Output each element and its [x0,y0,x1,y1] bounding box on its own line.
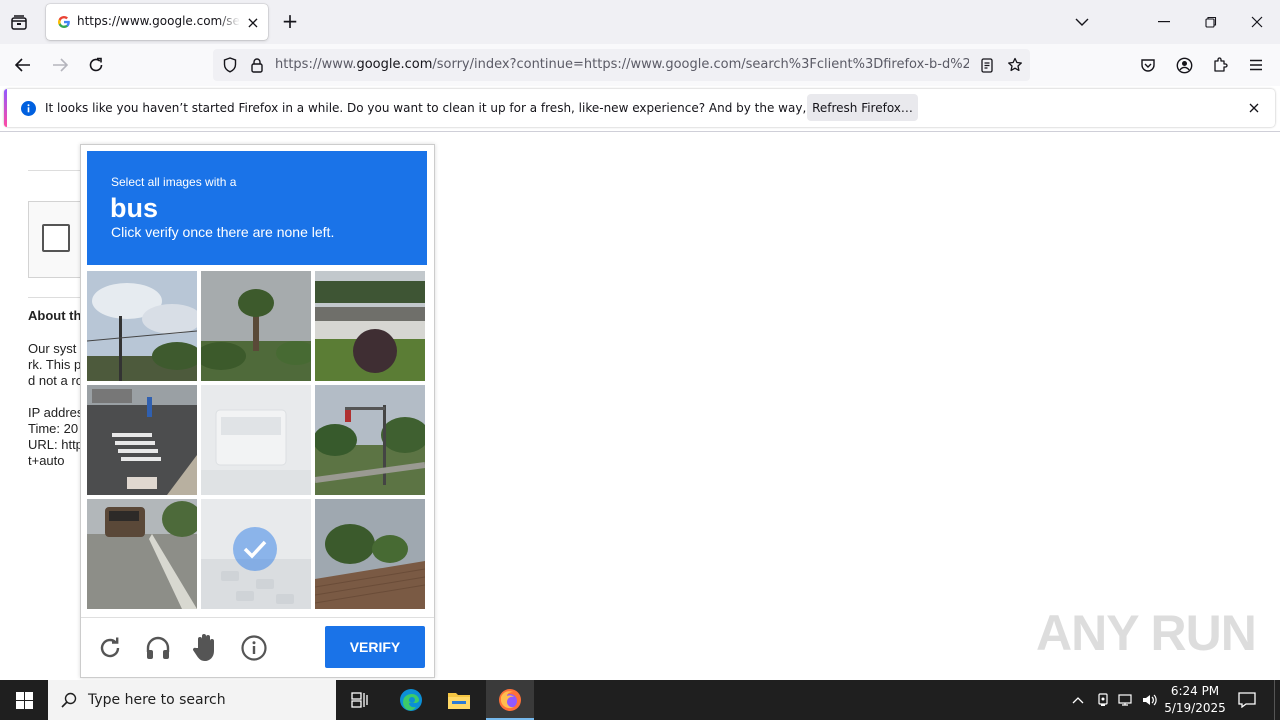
url-host: google.com [356,57,433,72]
captcha-tile-selected[interactable] [201,499,311,609]
task-view-icon[interactable] [346,688,374,712]
tracking-protection-shield-icon[interactable] [220,55,240,75]
notifications-icon[interactable] [1236,689,1258,711]
lock-icon[interactable] [247,55,267,75]
selected-check-icon [233,527,277,571]
page-text-line: Our syst [28,341,77,356]
url-bar[interactable]: https://www.google.com/sorry/index?conti… [213,49,1030,81]
captcha-tile[interactable] [87,271,197,381]
refresh-firefox-notification: It looks like you haven’t started Firefo… [4,89,1275,127]
notification-close-icon[interactable] [1245,99,1263,117]
google-favicon-icon [56,14,72,30]
audio-challenge-icon[interactable] [144,634,172,662]
extensions-icon[interactable] [1209,54,1231,76]
forward-icon[interactable] [49,54,71,76]
url-path: /sorry/index?continue=https://www.google… [432,57,969,72]
verify-button[interactable]: VERIFY [325,626,425,668]
system-clock[interactable]: 6:24 PM 5/19/2025 [1163,683,1227,717]
captcha-tile[interactable] [87,499,197,609]
captcha-tile[interactable] [201,271,311,381]
reader-view-icon[interactable] [977,55,997,75]
restore-icon[interactable] [1199,12,1223,32]
challenge-instruction: Select all images with a [111,175,237,189]
info-icon [20,100,36,116]
app-menu-icon[interactable] [1245,54,1267,76]
challenge-subtitle: Click verify once there are none left. [111,224,335,240]
clock-date: 5/19/2025 [1164,701,1226,715]
volume-icon[interactable] [1140,690,1160,710]
content-divider [0,131,1280,132]
tab-close-icon[interactable]: × [244,13,262,32]
page-separator-top [28,170,80,171]
anyrun-watermark: ANY RUN [1036,605,1257,661]
recaptcha-anchor-box [28,201,81,278]
info-help-icon[interactable] [240,634,268,662]
time-line: Time: 20 [28,421,79,436]
back-icon[interactable] [12,54,34,76]
captcha-tile[interactable] [315,385,425,495]
recaptcha-challenge: Select all images with a bus Click verif… [80,144,435,678]
page-separator-mid [28,297,80,298]
clock-time: 6:24 PM [1170,684,1220,698]
file-explorer-icon[interactable] [444,686,474,714]
search-icon [60,691,78,709]
tab-strip: https://www.google.com/search?client=fir… [0,0,1280,44]
search-placeholder: Type here to search [88,692,226,708]
notification-accent [4,89,7,127]
firefox-taskbar-icon[interactable] [486,680,534,720]
page-text-line: rk. This p [28,357,82,372]
captcha-tile[interactable] [315,271,425,381]
challenge-header: Select all images with a bus Click verif… [87,151,427,265]
reload-challenge-icon[interactable] [97,635,123,661]
list-all-tabs-icon[interactable] [1071,12,1093,32]
bookmark-star-icon[interactable] [1005,55,1025,75]
page-text-line: d not a ro [28,373,83,388]
network-icon[interactable] [1116,690,1136,710]
account-icon[interactable] [1173,54,1195,76]
close-window-icon[interactable] [1245,12,1269,32]
ip-address-line: IP addres [28,405,84,420]
taskbar-search-box[interactable]: Type here to search [48,680,336,720]
about-heading: About th [28,308,82,323]
captcha-tile[interactable] [201,385,311,495]
tab-manager-icon[interactable] [8,12,30,34]
captcha-tile[interactable] [315,499,425,609]
captcha-tile[interactable] [87,385,197,495]
tab-title: https://www.google.com/search?client=fir… [77,14,240,28]
navigation-toolbar: https://www.google.com/sorry/index?conti… [0,44,1280,86]
url-line-continued: t+auto [28,453,65,468]
device-tray-icon[interactable] [1093,690,1113,710]
new-tab-icon[interactable]: + [279,9,301,33]
hand-icon[interactable] [191,631,221,663]
windows-start-icon[interactable] [0,680,48,720]
challenge-target-word: bus [110,193,159,223]
tab-active[interactable]: https://www.google.com/search?client=fir… [46,4,268,40]
minimize-icon[interactable] [1152,12,1176,32]
pocket-icon[interactable] [1137,54,1159,76]
reload-icon[interactable] [85,54,107,76]
url-line: URL: http [28,437,83,452]
notification-message: It looks like you haven’t started Firefo… [45,101,901,115]
show-hidden-icons-icon[interactable] [1068,690,1088,710]
windows-taskbar: Type here to search 6:24 PM 5/19/2025 [0,680,1280,720]
url-text[interactable]: https://www.google.com/sorry/index?conti… [275,57,969,72]
challenge-footer-divider [81,617,434,618]
url-prefix: https://www. [275,57,357,72]
show-desktop-strip[interactable] [1274,680,1280,720]
refresh-firefox-button[interactable]: Refresh Firefox… [807,94,918,121]
edge-icon[interactable] [396,686,426,714]
recaptcha-checkbox[interactable] [42,224,70,252]
